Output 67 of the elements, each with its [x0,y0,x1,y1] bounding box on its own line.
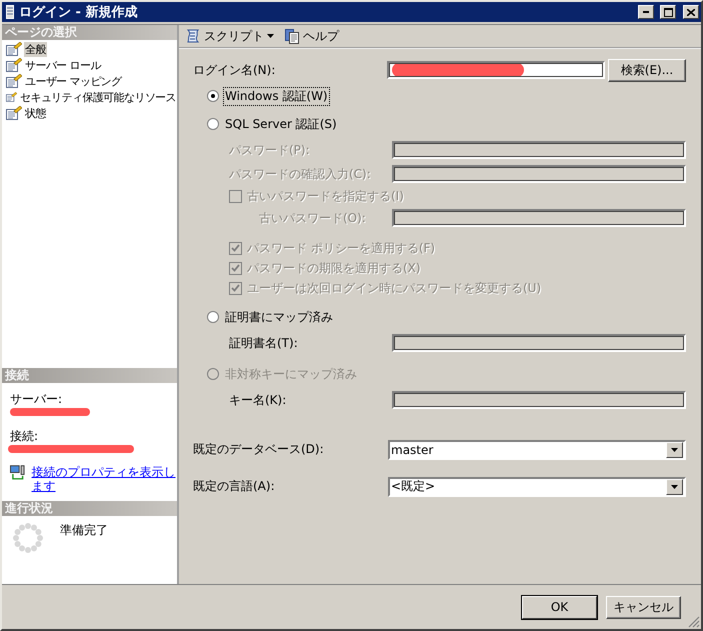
dropdown-value: <既定> [391,478,436,495]
field-label: 証明書名(T): [229,334,298,352]
page-item[interactable]: セキュリティ保護可能なリソース [18,90,177,104]
checkbox-label: パスワードの期限を適用する(X) [247,260,421,276]
login-name-field[interactable] [387,61,605,79]
radio-button[interactable] [207,118,219,130]
dropdown-arrow-button[interactable] [666,478,683,494]
close-icon [687,8,695,16]
radio-label: SQL Server 認証(S) [224,116,338,132]
scroll-icon [185,28,201,44]
window-icon [6,5,14,19]
checkbox-label: パスワード ポリシーを適用する(F) [247,240,436,256]
maximize-button[interactable] [660,5,676,19]
page-item[interactable]: 全般 [24,42,47,56]
page-item[interactable]: ユーザー マッピング [24,74,122,88]
connection-label: 接続: [10,428,40,445]
field-label: 既定の言語(A): [193,478,275,495]
document-icon [284,28,300,44]
section-header: 接続 [2,368,177,383]
checkmark-icon [231,264,240,272]
dropdown-value: master [391,442,434,456]
page-icon [6,74,22,88]
maximize-icon [664,8,672,16]
page-icon [6,42,22,56]
dropdown-field[interactable]: <既定> [388,476,686,496]
dropdown-arrow-icon [671,484,678,488]
radio-label: Windows 認証(W) [224,88,329,104]
dropdown-field[interactable]: master [388,440,686,460]
checkmark-icon [231,244,240,252]
minimize-icon [643,11,649,13]
page-icon [6,58,22,72]
radio-button[interactable] [207,90,219,102]
cancel-button[interactable]: キャンセル [606,596,681,618]
resize-grip-icon [688,616,700,628]
window-title: ログイン - 新規作成 [19,4,138,21]
page-icon [6,90,17,104]
checkbox-label: 古いパスワードを指定する(I) [247,188,404,204]
radio-button[interactable] [207,311,219,323]
checkbox-label: ユーザーは次回ログイン時にパスワードを変更する(U) [247,280,542,296]
computer-icon [10,465,26,481]
dropdown-arrow-button[interactable] [666,442,683,458]
field-label: パスワード(P): [229,142,310,158]
server-label: サーバー: [10,391,64,408]
field-label: パスワードの確認入力(C): [229,166,371,182]
search-button[interactable]: 検索(E)... [608,58,686,82]
caret-icon [267,34,274,38]
radio-label: 証明書にマップ済み [224,308,334,326]
section-header: ページの選択 [2,25,177,40]
field-label: 古いパスワード(O): [259,210,366,226]
field-label: 既定のデータベース(D): [193,441,324,458]
spinner-icon [12,522,44,554]
page-item[interactable]: サーバー ロール [24,58,102,72]
field-label: キー名(K): [229,392,286,408]
page-item[interactable]: 状態 [24,106,47,120]
minimize-button[interactable] [638,5,654,19]
properties-link[interactable]: 接続のプロパティを表示します [32,465,177,493]
radio-label: 非対称キーにマップ済み [224,366,358,382]
field-label: ログイン名(N): [193,62,276,78]
dropdown-arrow-icon [671,448,678,452]
checkmark-icon [231,284,240,292]
section-header: 進行状況 [2,501,177,516]
page-icon [6,106,22,120]
close-button[interactable] [683,5,699,19]
script-button[interactable]: スクリプト [183,28,276,44]
help-button[interactable]: ヘルプ [282,28,341,44]
ok-button[interactable]: OK [522,596,597,618]
progress-status: 準備完了 [60,522,108,539]
